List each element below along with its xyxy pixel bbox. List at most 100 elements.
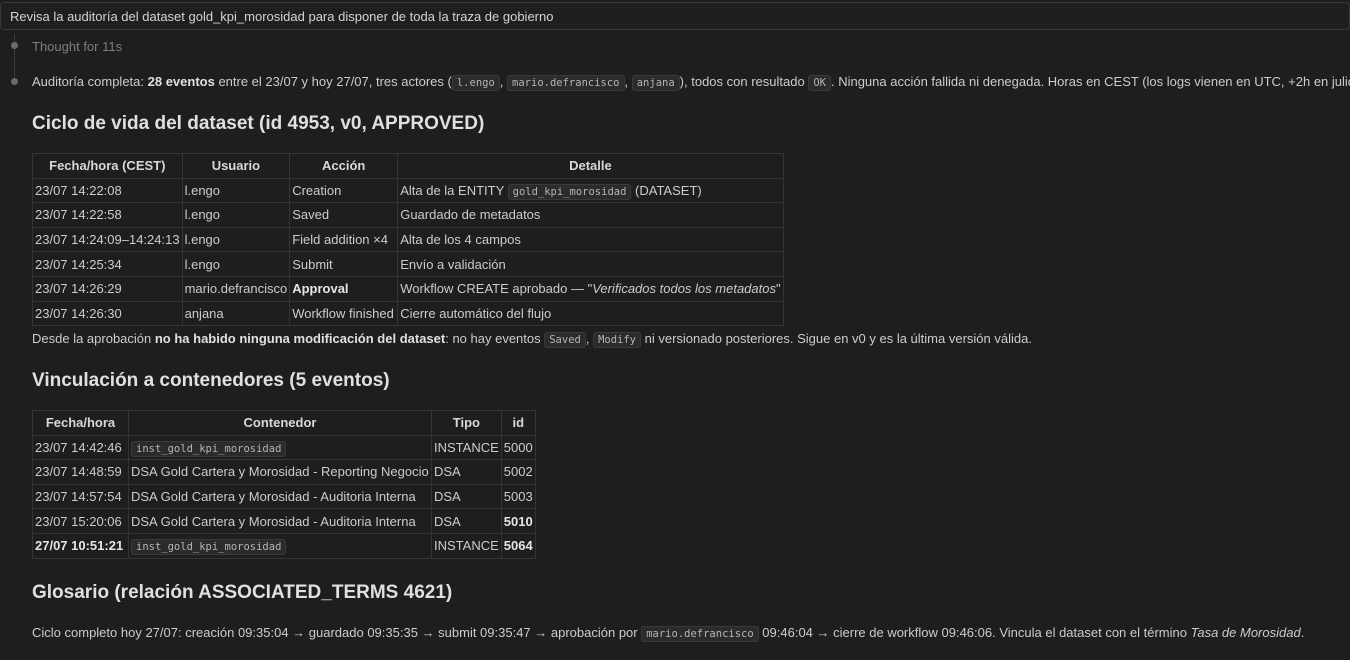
column-header: id (500, 410, 536, 436)
date-cell: 23/07 14:26:30 (32, 300, 183, 327)
user-cell: l.engo (181, 202, 291, 228)
container-code: inst_gold_kpi_morosidad (131, 440, 287, 457)
lifecycle-note: Desde la aprobación no ha habido ninguna… (32, 331, 1032, 348)
action-cell: Field addition ×4 (289, 226, 399, 253)
lifecycle-heading: Ciclo de vida del dataset (id 4953, v0, … (32, 113, 485, 134)
date-cell: 23/07 14:24:09–14:24:13 (32, 226, 183, 253)
table-row: 23/07 14:42:46 inst_gold_kpi_morosidad I… (32, 434, 536, 461)
type-cell: DSA (431, 483, 502, 510)
user-cell: l.engo (181, 177, 291, 204)
container-cell: DSA Gold Cartera y Morosidad - Reporting… (128, 459, 432, 485)
thought-toggle[interactable]: Thought for 11s (32, 39, 122, 54)
glossary-text: 09:46:04 → cierre de workflow 09:46:06. … (758, 625, 1191, 640)
glossary-term: Tasa de Morosidad (1190, 625, 1301, 640)
container-cell: inst_gold_kpi_morosidad (128, 434, 432, 461)
detail-cell: Envío a validación (397, 251, 784, 277)
note-text: : no hay eventos (445, 331, 545, 346)
user-cell: anjana (181, 300, 291, 327)
note-emphasis: no ha habido ninguna modificación del da… (154, 331, 446, 346)
date-cell: 23/07 14:42:46 (32, 434, 129, 461)
detail-cell: Workflow CREATE aprobado — "Verificados … (397, 275, 784, 302)
column-header: Tipo (431, 410, 502, 436)
action-cell: Saved (289, 202, 399, 228)
id-cell: 5064 (500, 532, 536, 559)
event-code: Saved (544, 332, 586, 348)
detail-cell: Alta de los 4 campos (397, 226, 784, 253)
user-code: mario.defrancisco (641, 626, 759, 642)
table-row: 23/07 14:24:09–14:24:13 l.engo Field add… (32, 226, 784, 253)
user-cell: l.engo (181, 226, 291, 253)
result-code: OK (808, 75, 831, 91)
type-cell: INSTANCE (431, 434, 502, 461)
table-row: 23/07 15:20:06 DSA Gold Cartera y Morosi… (32, 508, 536, 534)
summary-text: ), todos con resultado (679, 74, 809, 89)
table-row: 23/07 14:22:58 l.engo Saved Guardado de … (32, 202, 784, 228)
prompt-text: Revisa la auditoría del dataset gold_kpi… (10, 9, 554, 24)
container-code: inst_gold_kpi_morosidad (131, 539, 287, 556)
glossary-text: . (1300, 625, 1305, 640)
entity-code: gold_kpi_morosidad (507, 183, 632, 200)
summary-text: entre el 23/07 y hoy 27/07, tres actores… (214, 74, 452, 89)
table-row: 23/07 14:48:59 DSA Gold Cartera y Morosi… (32, 459, 536, 485)
prompt-bar[interactable]: Revisa la auditoría del dataset gold_kpi… (0, 2, 1350, 30)
note-text: Desde la aprobación (32, 331, 155, 346)
container-cell: inst_gold_kpi_morosidad (128, 532, 432, 559)
table-row: 23/07 14:26:29 mario.defrancisco Approva… (32, 275, 784, 302)
column-header: Detalle (397, 153, 784, 179)
summary-text: . Ninguna acción fallida ni denegada. Ho… (830, 74, 1350, 89)
summary-paragraph: Auditoría completa: 28 eventos entre el … (32, 74, 1350, 91)
summary-text: Auditoría completa: (32, 74, 148, 89)
user-cell: l.engo (181, 251, 291, 277)
table-row: 23/07 14:26:30 anjana Workflow finished … (32, 300, 784, 327)
table-row: 23/07 14:22:08 l.engo Creation Alta de l… (32, 177, 784, 204)
event-count: 28 eventos (147, 74, 215, 89)
type-cell: DSA (431, 508, 502, 534)
column-header: Fecha/hora (CEST) (32, 153, 183, 179)
detail-quote: Verificados todos los metadatos (592, 281, 776, 297)
date-cell: 23/07 14:25:34 (32, 251, 183, 277)
date-cell: 23/07 14:22:08 (32, 177, 183, 204)
table-header-row: Fecha/hora Contenedor Tipo id (32, 410, 536, 436)
separator: , (624, 74, 632, 89)
container-cell: DSA Gold Cartera y Morosidad - Auditoria… (128, 508, 432, 534)
actor-code: mario.defrancisco (507, 75, 625, 91)
date-cell: 23/07 15:20:06 (32, 508, 129, 534)
date-cell: 27/07 10:51:21 (32, 532, 129, 559)
type-cell: INSTANCE (431, 532, 502, 559)
note-text: ni versionado posteriores. Sigue en v0 y… (641, 331, 1032, 346)
action-cell: Approval (289, 275, 399, 302)
detail-text: Workflow CREATE aprobado — " (400, 281, 593, 297)
lifecycle-table: Fecha/hora (CEST) Usuario Acción Detalle… (32, 153, 784, 327)
id-cell: 5002 (500, 459, 536, 485)
id-cell: 5010 (500, 508, 536, 534)
user-cell: mario.defrancisco (181, 275, 291, 302)
actor-code: anjana (631, 75, 680, 91)
containers-heading: Vinculación a contenedores (5 eventos) (32, 370, 390, 391)
detail-text: Alta de la ENTITY (400, 182, 508, 198)
action-cell: Submit (289, 251, 399, 277)
table-row: 27/07 10:51:21 inst_gold_kpi_morosidad I… (32, 532, 536, 559)
table-header-row: Fecha/hora (CEST) Usuario Acción Detalle (32, 153, 784, 179)
column-header: Acción (289, 153, 399, 179)
separator: , (585, 331, 594, 346)
date-cell: 23/07 14:26:29 (32, 275, 183, 302)
id-cell: 5000 (500, 434, 536, 461)
column-header: Contenedor (128, 410, 432, 436)
type-cell: DSA (431, 459, 502, 485)
glossary-text: Ciclo completo hoy 27/07: creación 09:35… (32, 625, 642, 640)
glossary-heading: Glosario (relación ASSOCIATED_TERMS 4621… (32, 582, 453, 603)
container-cell: DSA Gold Cartera y Morosidad - Auditoria… (128, 483, 432, 510)
action-cell: Creation (289, 177, 399, 204)
table-row: 23/07 14:57:54 DSA Gold Cartera y Morosi… (32, 483, 536, 510)
containers-table: Fecha/hora Contenedor Tipo id 23/07 14:4… (32, 410, 536, 559)
detail-cell: Alta de la ENTITY gold_kpi_morosidad (DA… (397, 177, 784, 204)
actor-code: l.engo (451, 75, 500, 91)
separator: , (499, 74, 508, 89)
event-code: Modify (593, 332, 642, 348)
action-cell: Workflow finished (289, 300, 399, 327)
detail-cell: Guardado de metadatos (397, 202, 784, 228)
date-cell: 23/07 14:22:58 (32, 202, 183, 228)
date-cell: 23/07 14:48:59 (32, 459, 129, 485)
timeline-dot-thought (11, 42, 18, 49)
glossary-paragraph: Ciclo completo hoy 27/07: creación 09:35… (32, 625, 1305, 642)
